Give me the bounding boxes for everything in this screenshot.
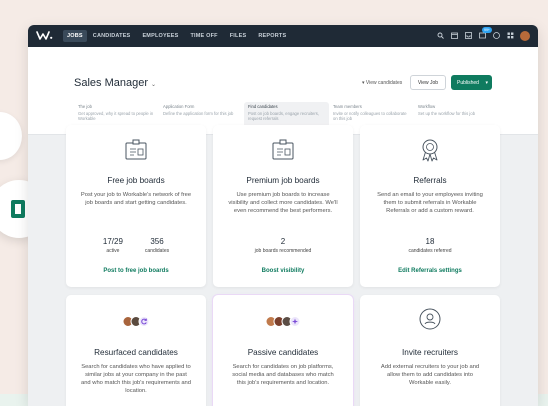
stat-value: 356 [150, 237, 164, 246]
step-title: Find candidates [248, 104, 278, 109]
step-title: The job [78, 104, 92, 109]
help-icon[interactable] [492, 31, 500, 41]
job-board-icon [271, 139, 295, 166]
card-stats: 2 job boards recommended [213, 237, 353, 254]
eye-icon: ▾ [362, 80, 365, 86]
stat-active: 17/29 active [103, 237, 123, 254]
card-description: Use premium job boards to increase visib… [228, 192, 338, 214]
notifications-icon[interactable]: 99+ [478, 26, 492, 41]
stat-candidates: 356 candidates [145, 237, 169, 254]
edit-referrals-settings-link[interactable]: Edit Referrals settings [360, 268, 500, 274]
card-description: Post your job to Workable's network of f… [80, 192, 192, 206]
sourcing-cards: Free job boards Post your job to Workabl… [28, 125, 538, 406]
card-premium-job-boards: Premium job boards Use premium job board… [213, 125, 353, 287]
refresh-icon [138, 316, 150, 327]
job-board-icon [124, 139, 148, 166]
post-free-job-boards-link[interactable]: Post to free job boards [66, 268, 206, 274]
step-text: Define the application form for this job [163, 110, 234, 116]
nav-time-off[interactable]: TIME OFF [190, 33, 217, 39]
notifications-badge: 99+ [482, 26, 492, 33]
calendar-icon[interactable] [450, 32, 458, 41]
stat-label: job boards recommended [254, 248, 312, 254]
card-referrals: Referrals Send an email to your employee… [360, 125, 500, 287]
boost-visibility-link[interactable]: Boost visibility [213, 268, 353, 274]
nav-reports[interactable]: REPORTS [258, 33, 286, 39]
chevron-down-icon: ⌄ [151, 82, 157, 88]
sparkle-icon [289, 316, 301, 327]
stat-referred: 18 candidates referred [408, 237, 451, 254]
step-text: Invite or notify colleagues to collabora… [333, 110, 407, 122]
card-title: Referrals [413, 176, 447, 185]
view-candidates-label: View candidates [365, 80, 403, 86]
view-candidates-link[interactable]: ▾ View candidates [362, 80, 402, 86]
inbox-icon[interactable] [464, 31, 472, 41]
award-ribbon-icon [418, 137, 442, 168]
step-text: Get approved, why it spread to people in… [78, 110, 154, 122]
stat-value: 18 [425, 237, 435, 246]
stat-recommended: 2 job boards recommended [255, 237, 312, 254]
card-free-job-boards: Free job boards Post your job to Workabl… [66, 125, 206, 287]
recruiter-icon [418, 307, 442, 336]
step-title: Team members [333, 104, 362, 109]
app-window: JOBS CANDIDATES EMPLOYEES TIME OFF FILES… [28, 25, 538, 406]
view-job-button[interactable]: View Job [410, 75, 446, 90]
decorative-circle [0, 112, 22, 160]
nav-jobs[interactable]: JOBS [63, 30, 87, 42]
card-title: Invite recruiters [402, 348, 458, 357]
card-passive-candidates: Passive candidates Search for candidates… [213, 295, 353, 406]
apps-grid-icon[interactable] [506, 32, 514, 41]
stat-value: 2 [280, 237, 286, 246]
card-stats: 17/29 active 356 candidates [66, 237, 206, 254]
nav-right-tools: 99+ [436, 26, 530, 41]
card-title: Free job boards [107, 176, 165, 185]
card-description: Search for candidates on job platforms, … [232, 364, 334, 386]
candidate-avatars [265, 316, 301, 327]
top-navigation: JOBS CANDIDATES EMPLOYEES TIME OFF FILES… [28, 25, 538, 47]
nav-files[interactable]: FILES [230, 33, 247, 39]
job-header: Sales Manager ⌄ ▾ View candidates View Jo… [28, 47, 538, 135]
brand-logo[interactable] [36, 29, 53, 43]
workable-logo-icon [11, 200, 25, 218]
user-avatar[interactable] [520, 31, 530, 41]
nav-candidates[interactable]: CANDIDATES [93, 33, 131, 39]
card-title: Premium job boards [246, 176, 320, 185]
nav-employees[interactable]: EMPLOYEES [142, 33, 178, 39]
published-button[interactable]: Published ▾ [451, 75, 492, 90]
card-title: Passive candidates [247, 348, 319, 357]
card-stats: 18 candidates referred [360, 237, 500, 254]
search-icon[interactable] [436, 32, 444, 41]
stat-label: active [106, 248, 120, 254]
job-title[interactable]: Sales Manager ⌄ [74, 77, 156, 89]
candidate-avatars [122, 316, 150, 327]
card-description: Add external recruiters to your job and … [380, 364, 480, 386]
step-title: Workflow [418, 104, 436, 109]
job-title-text: Sales Manager [74, 77, 148, 89]
card-title: Resurfaced candidates [94, 348, 178, 357]
step-title: Application Form [163, 104, 195, 109]
stat-label: candidates [144, 248, 170, 254]
stat-label: candidates referred [408, 248, 452, 254]
card-invite-recruiters: Invite recruiters Add external recruiter… [360, 295, 500, 406]
chevron-down-icon: ▾ [485, 79, 488, 86]
published-label: Published [457, 79, 479, 86]
card-resurfaced-candidates: Resurfaced candidates Search for candida… [66, 295, 206, 406]
stat-value: 17/29 [102, 237, 123, 246]
card-description: Search for candidates who have applied t… [80, 364, 192, 394]
card-description: Send an email to your employees inviting… [377, 192, 483, 214]
step-text: Set up the workflow for this job [418, 110, 476, 116]
workable-w-icon [36, 31, 53, 40]
step-text: Post on job boards, engage recruiters, r… [248, 110, 319, 122]
